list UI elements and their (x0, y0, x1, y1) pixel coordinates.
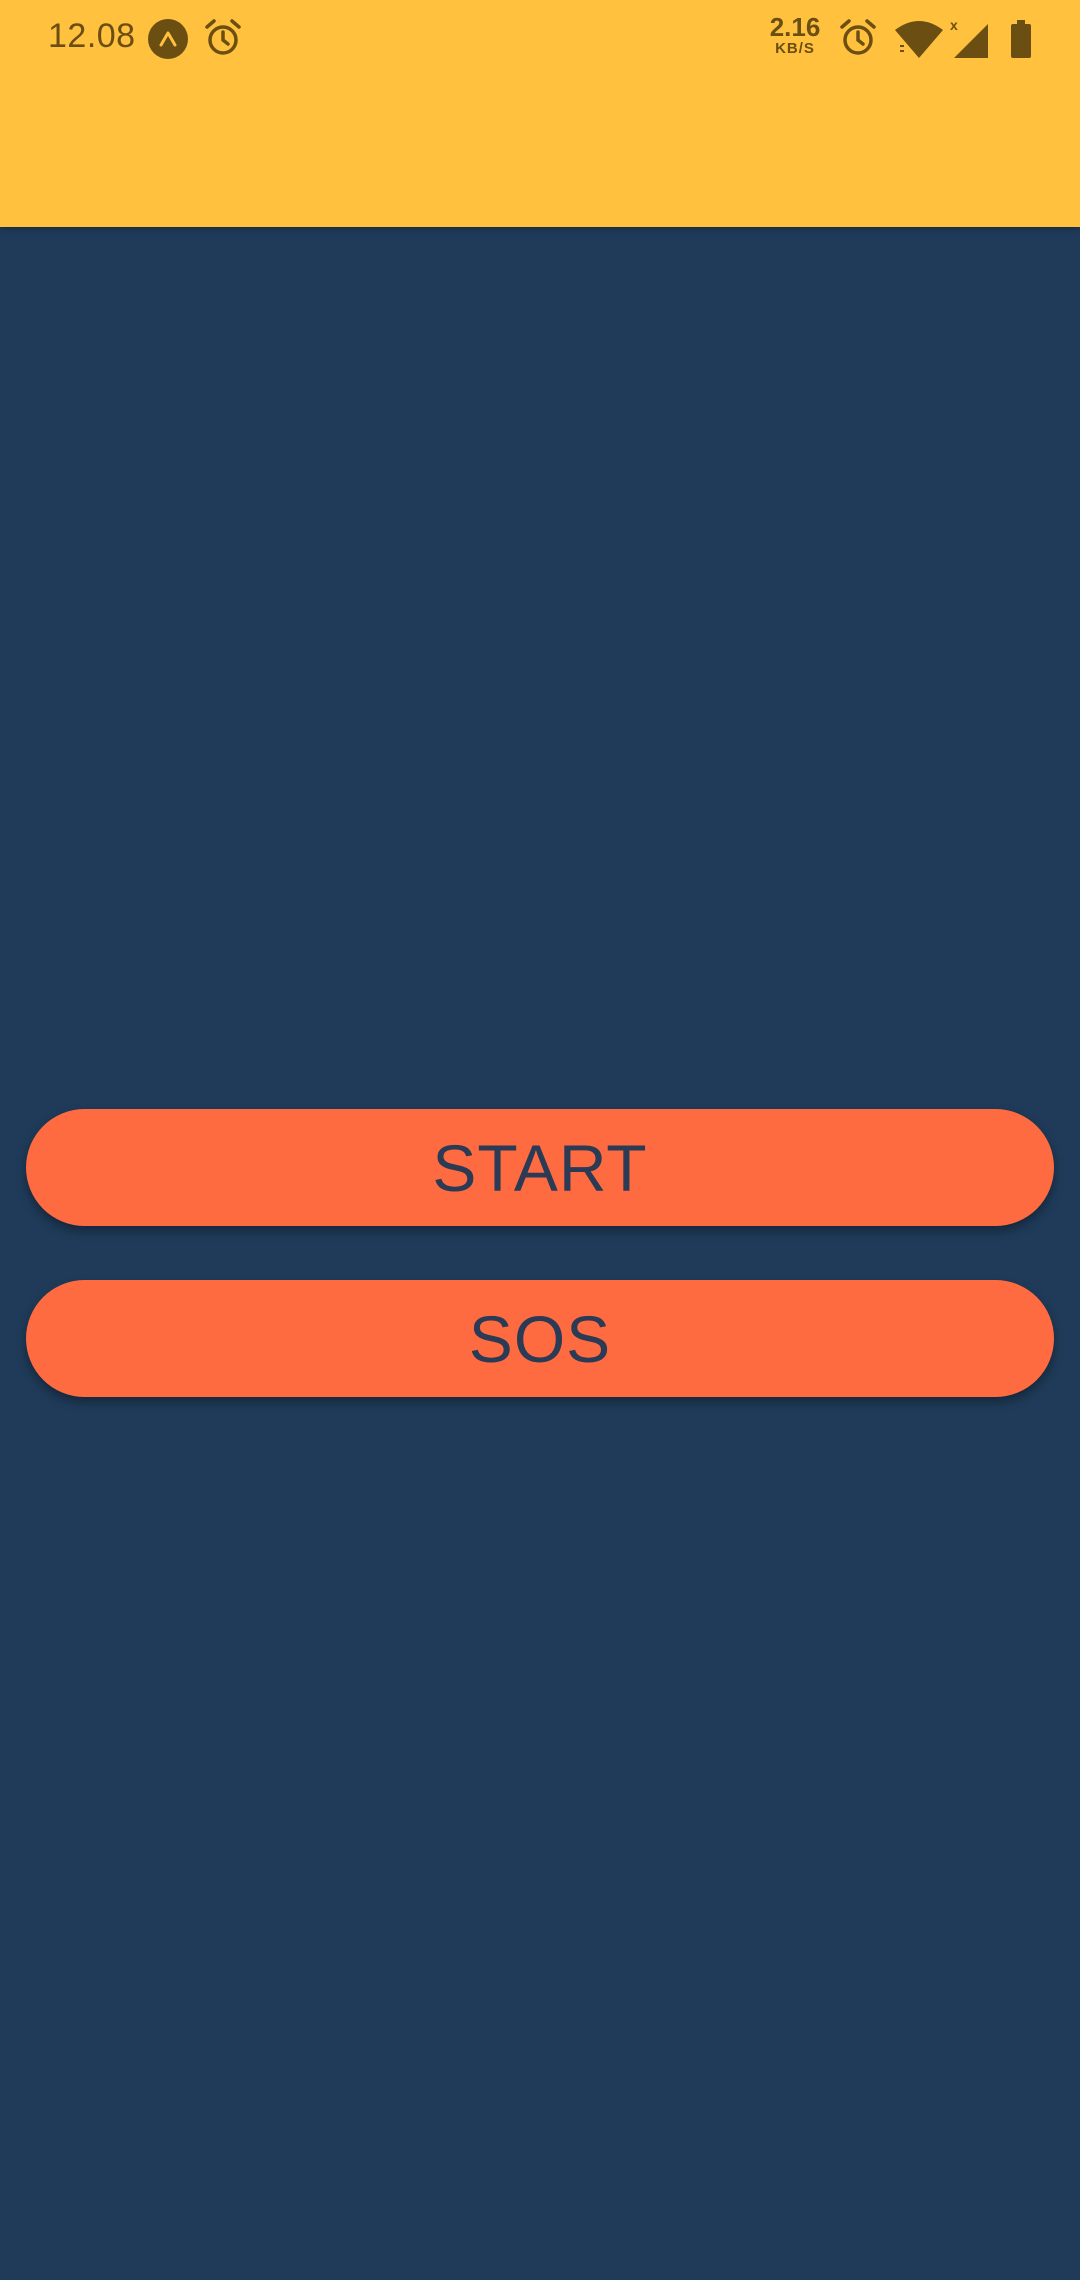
network-speed-unit: KB/S (775, 40, 815, 57)
svg-text:x: x (950, 18, 958, 33)
start-button[interactable]: START (26, 1109, 1054, 1226)
status-bar: 12.08 2.16 KB/S x (0, 0, 1080, 227)
network-speed-value: 2.16 (769, 12, 821, 42)
alarm-icon (203, 18, 243, 58)
cell-signal-icon: x (950, 17, 992, 60)
network-speed: 2.16 KB/S (760, 14, 830, 56)
battery-icon (1010, 20, 1032, 58)
expo-icon (148, 19, 188, 59)
wifi-icon (893, 20, 945, 60)
alarm-icon (838, 18, 878, 58)
sos-button[interactable]: SOS (26, 1280, 1054, 1397)
status-time: 12.08 (48, 17, 136, 55)
